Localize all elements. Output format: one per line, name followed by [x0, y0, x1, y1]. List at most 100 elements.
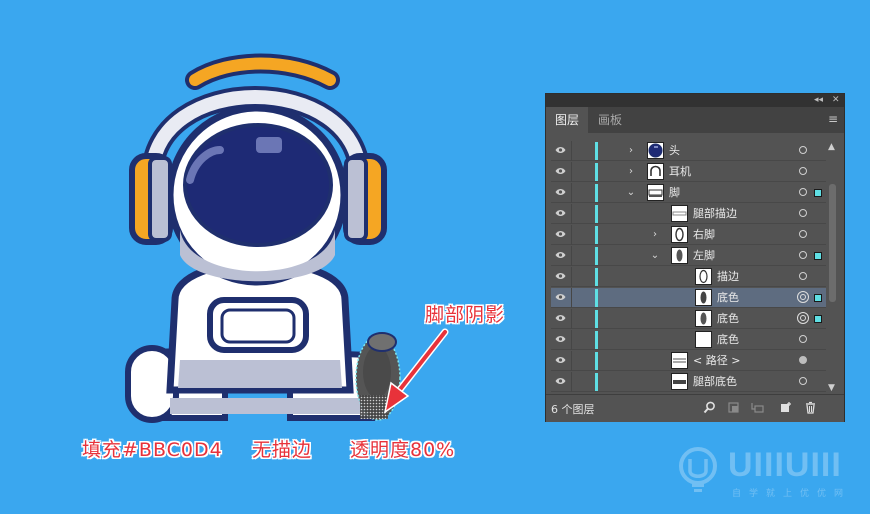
- layer-name[interactable]: 头: [669, 141, 680, 161]
- visibility-eye-icon[interactable]: [555, 251, 566, 259]
- layer-row[interactable]: 腿部描边: [551, 204, 826, 224]
- layer-color-bar: [595, 331, 598, 349]
- tab-artboards[interactable]: 画板: [589, 107, 631, 133]
- collapse-chevron-icon[interactable]: ⌄: [625, 186, 637, 200]
- layer-row[interactable]: ⌄ 脚: [551, 183, 826, 203]
- visibility-eye-icon[interactable]: [555, 188, 566, 196]
- visibility-eye-icon[interactable]: [555, 293, 566, 301]
- target-appearance-icon[interactable]: [799, 230, 807, 238]
- layer-row[interactable]: ⌄ 左脚: [551, 246, 826, 266]
- collapse-panel-icon[interactable]: ◂◂: [814, 94, 823, 107]
- watermark-subtitle: 自学就上优优网: [732, 489, 852, 499]
- lock-toggle[interactable]: [571, 309, 572, 329]
- layer-name[interactable]: < 路径 >: [693, 351, 740, 371]
- layer-name[interactable]: 耳机: [669, 162, 691, 182]
- close-panel-icon[interactable]: ✕: [832, 94, 840, 107]
- layer-row[interactable]: 底色: [551, 309, 826, 329]
- layer-name[interactable]: 脚: [669, 183, 680, 203]
- lock-toggle[interactable]: [571, 267, 572, 287]
- layer-name[interactable]: 底色: [717, 309, 739, 329]
- layer-color-bar: [595, 247, 598, 265]
- annotation-opacity: 透明度80%: [350, 439, 456, 461]
- lock-toggle[interactable]: [571, 204, 572, 224]
- visibility-eye-icon[interactable]: [555, 272, 566, 280]
- layer-count: 6 个图层: [551, 403, 595, 416]
- expand-chevron-icon[interactable]: ›: [625, 165, 637, 179]
- target-appearance-icon[interactable]: [799, 272, 807, 280]
- layer-row[interactable]: › 耳机: [551, 162, 826, 182]
- collapse-chevron-icon[interactable]: ⌄: [649, 249, 661, 263]
- layer-row[interactable]: 底色: [551, 330, 826, 350]
- layer-color-bar: [595, 205, 598, 223]
- target-appearance-icon[interactable]: [799, 335, 807, 343]
- watermark-brand: UIIIUIII: [728, 446, 842, 484]
- lock-toggle[interactable]: [571, 288, 572, 308]
- visibility-eye-icon[interactable]: [555, 167, 566, 175]
- create-new-layer-icon[interactable]: [779, 401, 792, 414]
- visibility-eye-icon[interactable]: [555, 377, 566, 385]
- layer-thumbnail: [671, 226, 688, 243]
- layer-name[interactable]: 底色: [717, 330, 739, 350]
- layer-name[interactable]: 腿部描边: [693, 204, 737, 224]
- target-appearance-icon[interactable]: [799, 167, 807, 175]
- lock-toggle[interactable]: [571, 162, 572, 182]
- tab-layers[interactable]: 图层: [546, 107, 589, 133]
- panel-titlebar[interactable]: ◂◂ ✕: [546, 94, 844, 107]
- scroll-up-icon[interactable]: ▲: [828, 142, 835, 152]
- scroll-down-icon[interactable]: ▼: [828, 383, 835, 393]
- delete-layer-icon[interactable]: [804, 401, 817, 414]
- selection-indicator[interactable]: [814, 189, 822, 197]
- layer-color-bar: [595, 142, 598, 160]
- layer-thumbnail: [695, 289, 712, 306]
- visibility-eye-icon[interactable]: [555, 314, 566, 322]
- layer-row[interactable]: 腿部底色: [551, 372, 826, 392]
- target-appearance-icon[interactable]: [799, 209, 807, 217]
- lock-toggle[interactable]: [571, 141, 572, 161]
- panel-menu-icon[interactable]: ≡: [828, 112, 838, 126]
- layer-thumbnail: [647, 184, 664, 201]
- watermark: [679, 447, 717, 492]
- lock-toggle[interactable]: [571, 225, 572, 245]
- scroll-thumb[interactable]: [829, 184, 836, 302]
- lock-toggle[interactable]: [571, 372, 572, 392]
- annotation-foot-shadow: 脚部阴影: [425, 304, 506, 326]
- expand-chevron-icon[interactable]: ›: [625, 144, 637, 158]
- expand-chevron-icon[interactable]: ›: [649, 228, 661, 242]
- target-appearance-icon[interactable]: [799, 146, 807, 154]
- layer-color-bar: [595, 373, 598, 391]
- visibility-eye-icon[interactable]: [555, 356, 566, 364]
- layer-row[interactable]: › 右脚: [551, 225, 826, 245]
- target-appearance-icon[interactable]: [799, 188, 807, 196]
- layer-row[interactable]: < 路径 >: [551, 351, 826, 371]
- layer-name[interactable]: 左脚: [693, 246, 715, 266]
- visibility-eye-icon[interactable]: [555, 209, 566, 217]
- layer-name[interactable]: 腿部底色: [693, 372, 737, 392]
- layer-name[interactable]: 底色: [717, 288, 739, 308]
- layer-row[interactable]: 底色: [551, 288, 826, 308]
- layer-name[interactable]: 描边: [717, 267, 739, 287]
- layer-name[interactable]: 右脚: [693, 225, 715, 245]
- target-appearance-icon[interactable]: [799, 356, 807, 364]
- visibility-eye-icon[interactable]: [555, 335, 566, 343]
- target-appearance-icon[interactable]: [797, 312, 809, 324]
- selection-indicator[interactable]: [814, 315, 822, 323]
- target-appearance-icon[interactable]: [799, 377, 807, 385]
- layer-color-bar: [595, 268, 598, 286]
- layer-color-bar: [595, 163, 598, 181]
- layer-row[interactable]: 描边: [551, 267, 826, 287]
- target-appearance-icon[interactable]: [799, 251, 807, 259]
- layer-row[interactable]: › 头: [551, 141, 826, 161]
- layer-color-bar: [595, 226, 598, 244]
- lock-toggle[interactable]: [571, 183, 572, 203]
- lock-toggle[interactable]: [571, 246, 572, 266]
- lock-toggle[interactable]: [571, 330, 572, 350]
- selection-indicator[interactable]: [814, 294, 822, 302]
- locate-object-icon[interactable]: [703, 401, 716, 414]
- target-appearance-icon[interactable]: [797, 291, 809, 303]
- selection-indicator[interactable]: [814, 252, 822, 260]
- create-sublayer-icon[interactable]: [751, 401, 764, 414]
- visibility-eye-icon[interactable]: [555, 146, 566, 154]
- visibility-eye-icon[interactable]: [555, 230, 566, 238]
- lock-toggle[interactable]: [571, 351, 572, 371]
- make-clipping-mask-icon[interactable]: [727, 401, 740, 414]
